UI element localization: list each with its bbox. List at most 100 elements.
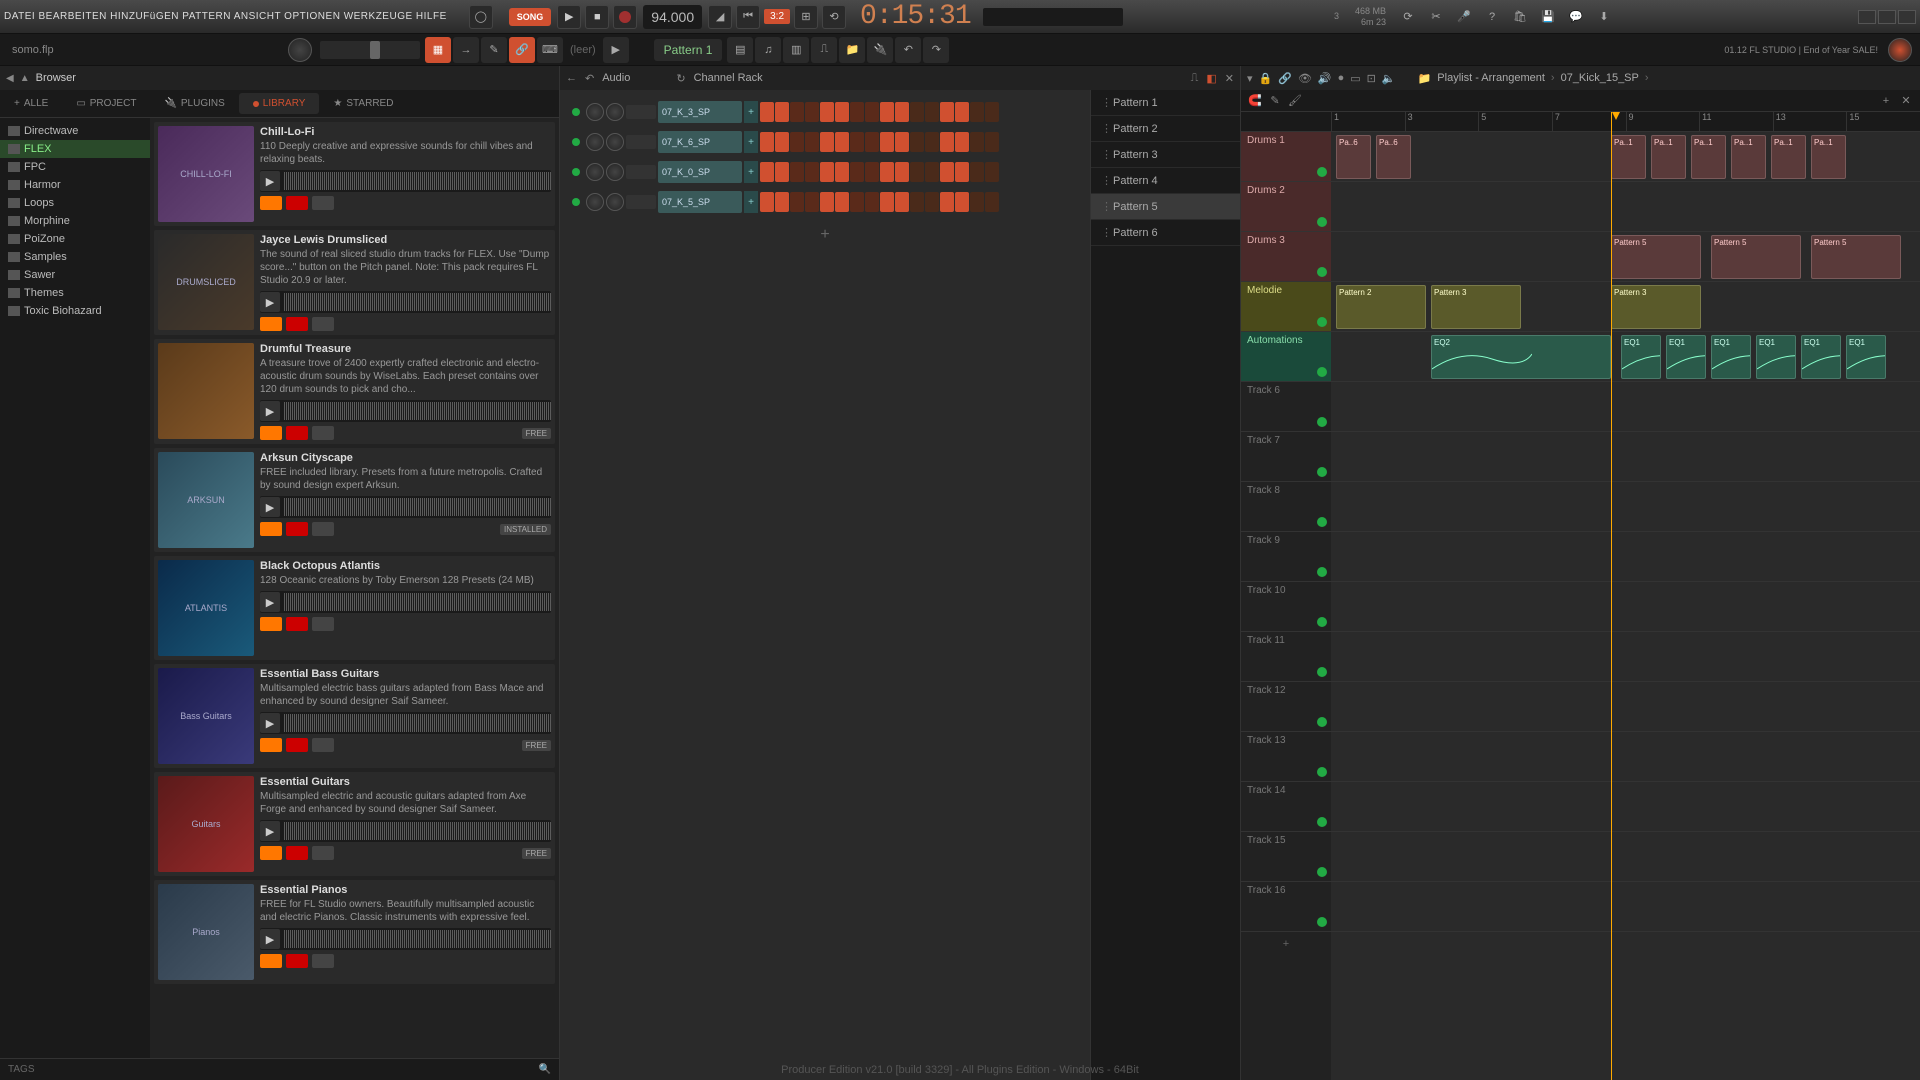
youtube-icon[interactable] — [286, 426, 308, 440]
soundcloud-icon[interactable] — [260, 846, 282, 860]
channel-pan-knob[interactable] — [586, 163, 604, 181]
pattern-selector[interactable]: Pattern 1 — [654, 39, 723, 61]
tab-all[interactable]: +ALLE — [0, 93, 62, 114]
channel-led[interactable] — [572, 108, 580, 116]
record-button[interactable] — [613, 5, 637, 29]
play-button[interactable]: ▶ — [557, 5, 581, 29]
channel-name[interactable]: 07_K_0_SP — [658, 161, 742, 183]
tree-item[interactable]: Harmor — [0, 176, 150, 194]
playlist-row[interactable] — [1331, 732, 1920, 782]
preview-play-button[interactable]: ▶ — [260, 497, 280, 517]
channel-led[interactable] — [572, 138, 580, 146]
step-button[interactable] — [955, 192, 969, 212]
save-icon[interactable]: 💾 — [1536, 5, 1560, 29]
back-arrow-icon[interactable]: ← — [566, 72, 577, 84]
soundcloud-icon[interactable] — [260, 738, 282, 752]
redo-icon[interactable]: ↷ — [923, 37, 949, 63]
step-button[interactable] — [790, 162, 804, 182]
pl-eye-icon[interactable]: 👁 — [1298, 72, 1312, 85]
track-mute-button[interactable] — [1317, 717, 1327, 727]
channel-vol-knob[interactable] — [606, 103, 624, 121]
preview-play-button[interactable]: ▶ — [260, 713, 280, 733]
step-button[interactable] — [895, 102, 909, 122]
step-button[interactable] — [925, 162, 939, 182]
rack-close-icon[interactable]: ✕ — [1225, 72, 1234, 85]
track-header[interactable]: Track 8 — [1241, 482, 1331, 532]
track-header[interactable]: Drums 3 — [1241, 232, 1331, 282]
track-mute-button[interactable] — [1317, 817, 1327, 827]
pattern-item[interactable]: ⋮Pattern 2 — [1091, 116, 1240, 142]
pattern-item[interactable]: ⋮Pattern 3 — [1091, 142, 1240, 168]
step-button[interactable] — [775, 132, 789, 152]
step-button[interactable] — [865, 132, 879, 152]
track-mute-button[interactable] — [1317, 867, 1327, 877]
playlist-row[interactable] — [1331, 782, 1920, 832]
timecode[interactable]: 0:15:31 — [860, 1, 971, 32]
track-mute-button[interactable] — [1317, 767, 1327, 777]
step-button[interactable] — [775, 102, 789, 122]
clip[interactable]: Pattern 3 — [1611, 285, 1701, 329]
maximize-button[interactable] — [1878, 10, 1896, 24]
download-icon[interactable]: ⬇ — [1592, 5, 1616, 29]
clip[interactable]: Pattern 5 — [1611, 235, 1701, 279]
library-pack[interactable]: Drumful TreasureA treasure trove of 2400… — [154, 339, 555, 444]
tool-paint-icon[interactable]: ✎ — [481, 37, 507, 63]
step-button[interactable] — [940, 102, 954, 122]
playlist-row[interactable] — [1331, 882, 1920, 932]
track-mute-button[interactable] — [1317, 417, 1327, 427]
youtube-icon[interactable] — [286, 738, 308, 752]
undo-rack-icon[interactable]: ↶ — [585, 72, 594, 85]
clip[interactable]: Pa..1 — [1811, 135, 1846, 179]
soundcloud-icon[interactable] — [260, 196, 282, 210]
tree-item[interactable]: PoiZone — [0, 230, 150, 248]
clip[interactable]: EQ1 — [1666, 335, 1706, 379]
playlist-row[interactable] — [1331, 482, 1920, 532]
clip[interactable]: Pa..1 — [1771, 135, 1806, 179]
pl-x-icon[interactable]: ✕ — [1896, 92, 1916, 110]
step-button[interactable] — [955, 162, 969, 182]
pl-audio-icon[interactable]: 🔊 — [1318, 72, 1332, 85]
pl-brush-icon[interactable]: 🖌 — [1285, 92, 1305, 110]
clip[interactable]: Pa..6 — [1336, 135, 1371, 179]
preview-play-button[interactable]: ▶ — [260, 171, 280, 191]
playlist-row[interactable]: Pa..6Pa..6Pa..1Pa..1Pa..1Pa..1Pa..1Pa..1 — [1331, 132, 1920, 182]
view-piano-icon[interactable]: ♫ — [755, 37, 781, 63]
track-mute-button[interactable] — [1317, 567, 1327, 577]
step-button[interactable] — [985, 162, 999, 182]
track-mute-button[interactable] — [1317, 317, 1327, 327]
channel-vol-knob[interactable] — [606, 133, 624, 151]
pattern-item[interactable]: ⋮Pattern 1 — [1091, 90, 1240, 116]
step-button[interactable] — [805, 132, 819, 152]
tools-icon[interactable]: ✂ — [1424, 5, 1448, 29]
tree-item[interactable]: FLEX — [0, 140, 150, 158]
step-button[interactable] — [760, 162, 774, 182]
stop-button[interactable]: ■ — [585, 5, 609, 29]
playlist-row[interactable] — [1331, 832, 1920, 882]
loop-icon[interactable]: ↻ — [676, 72, 685, 85]
track-header[interactable]: Track 11 — [1241, 632, 1331, 682]
youtube-icon[interactable] — [286, 196, 308, 210]
step-button[interactable] — [760, 192, 774, 212]
drag-handle-icon[interactable]: ⋮ — [1101, 174, 1109, 187]
step-button[interactable] — [970, 132, 984, 152]
snap-display[interactable]: 3:2 — [764, 9, 790, 24]
close-button[interactable] — [1898, 10, 1916, 24]
track-header[interactable]: Track 6 — [1241, 382, 1331, 432]
playlist-row[interactable] — [1331, 382, 1920, 432]
step-button[interactable] — [835, 192, 849, 212]
soundcloud-icon[interactable] — [260, 617, 282, 631]
step-button[interactable] — [805, 162, 819, 182]
library-pack[interactable]: Bass GuitarsEssential Bass GuitarsMultis… — [154, 664, 555, 768]
view-rack-icon[interactable]: ▥ — [783, 37, 809, 63]
add-track-button[interactable]: + — [1241, 932, 1331, 956]
track-mute-button[interactable] — [1317, 267, 1327, 277]
track-header[interactable]: Track 9 — [1241, 532, 1331, 582]
youtube-icon[interactable] — [286, 317, 308, 331]
download-button[interactable] — [312, 522, 334, 536]
track-header[interactable]: Drums 2 — [1241, 182, 1331, 232]
clip[interactable]: Pa..1 — [1731, 135, 1766, 179]
download-button[interactable] — [312, 846, 334, 860]
playlist-grid[interactable]: 13579111315 Pa..6Pa..6Pa..1Pa..1Pa..1Pa.… — [1331, 112, 1920, 1080]
step-button[interactable] — [775, 162, 789, 182]
clip[interactable]: EQ2 — [1431, 335, 1611, 379]
